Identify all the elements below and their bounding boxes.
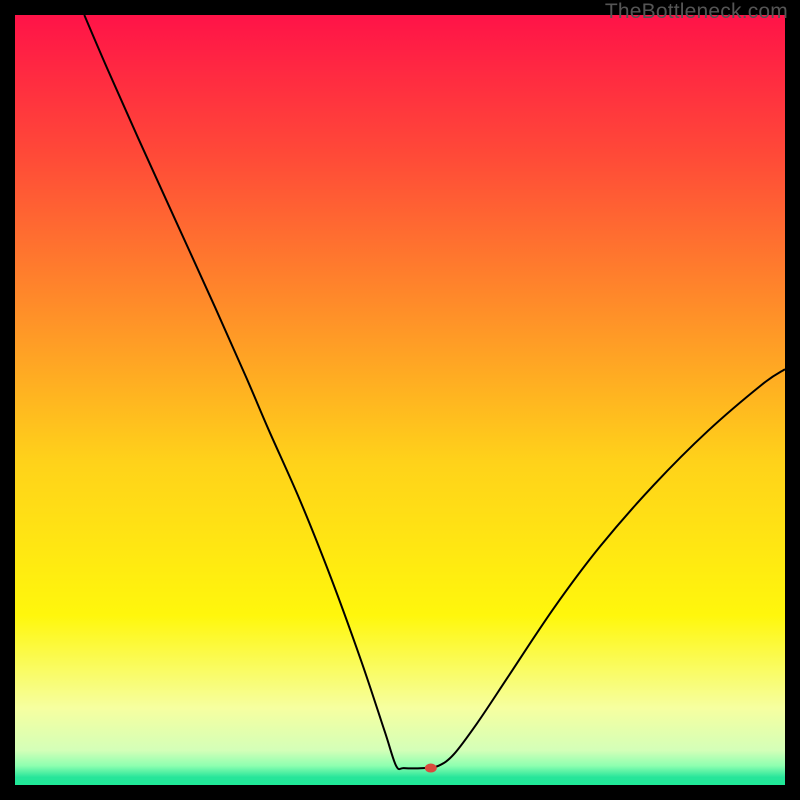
chart-frame: TheBottleneck.com: [0, 0, 800, 800]
optimum-marker: [425, 764, 437, 773]
gradient-background: [15, 15, 785, 785]
watermark-text: TheBottleneck.com: [605, 0, 788, 24]
plot-area: [15, 15, 785, 785]
chart-svg: [15, 15, 785, 785]
